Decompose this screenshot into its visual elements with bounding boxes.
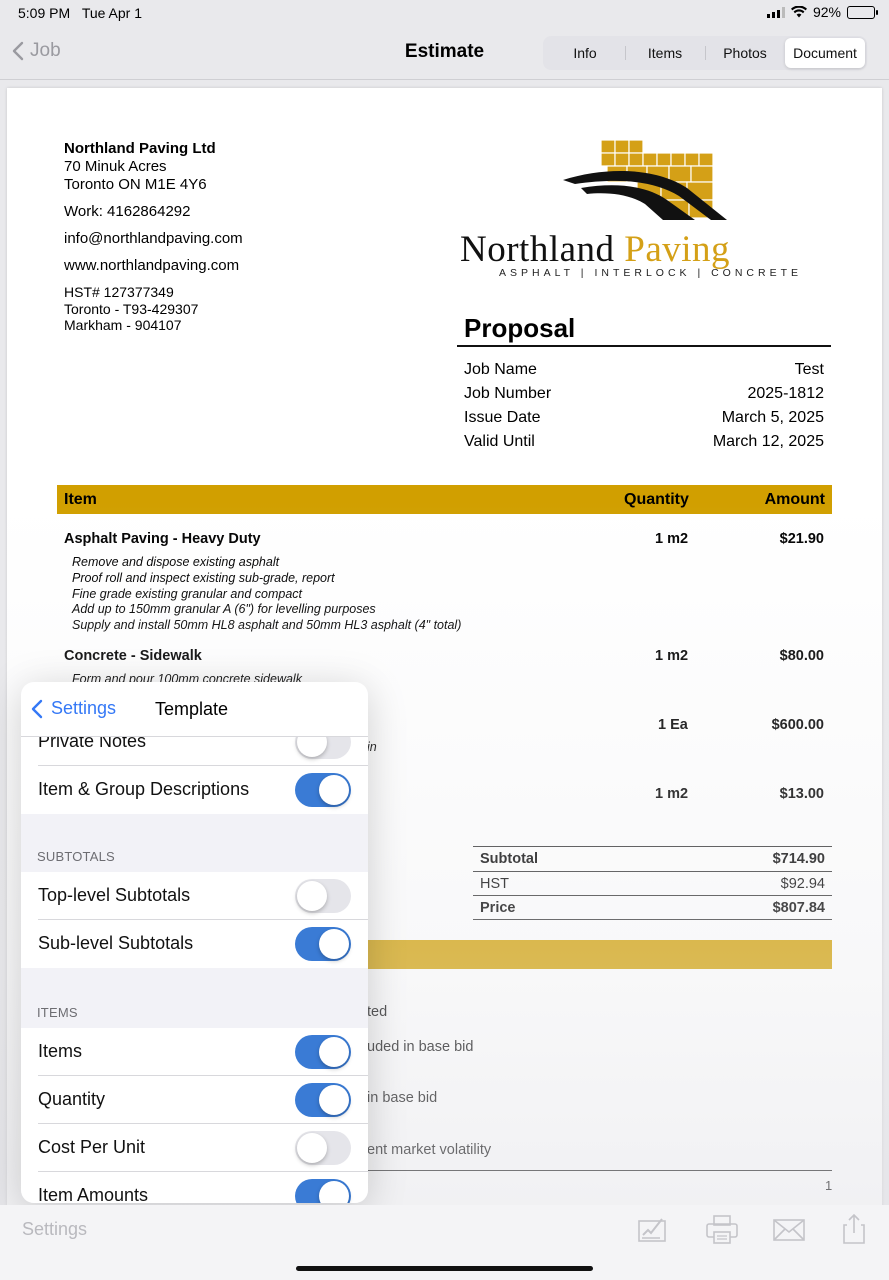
row-label: Item & Group Descriptions — [38, 779, 250, 799]
tab-items[interactable]: Items — [625, 38, 705, 68]
tab-info[interactable]: Info — [545, 38, 625, 68]
row-label: Items — [38, 1041, 83, 1061]
header-item: Item — [64, 491, 97, 508]
item-amount: $80.00 — [779, 648, 824, 664]
row-cost-per-unit: Cost Per Unit — [21, 1124, 368, 1172]
print-icon[interactable] — [704, 1213, 740, 1245]
navigation-bar: Job Estimate Info Items Photos Document — [0, 26, 889, 80]
top-level-subtotals-toggle[interactable] — [295, 879, 351, 913]
mail-icon[interactable] — [771, 1213, 807, 1245]
sub-level-subtotals-toggle[interactable] — [295, 927, 351, 961]
status-right: 92% — [766, 4, 878, 20]
view-segmented-control: Info Items Photos Document — [543, 36, 867, 70]
signature-icon[interactable] — [636, 1213, 672, 1245]
row-label: Top-level Subtotals — [38, 885, 191, 905]
battery-icon — [847, 5, 878, 19]
row-label: Item Amounts — [38, 1185, 149, 1203]
company-name: Northland Paving Ltd — [64, 140, 216, 157]
company-info: Northland Paving Ltd 70 Minuk Acres Toro… — [64, 140, 243, 334]
item-quantity: 1 m2 — [655, 648, 689, 664]
meta-valid-until: Valid Until March 12, 2025 — [464, 433, 824, 450]
item-title: Asphalt Paving - Heavy Duty — [64, 531, 261, 547]
chevron-left-icon — [31, 699, 43, 718]
row-label: Cost Per Unit — [38, 1137, 146, 1157]
item-amount: $600.00 — [771, 717, 824, 733]
item-title: Concrete - Sidewalk — [64, 648, 202, 664]
status-bar: 5:09 PM Tue Apr 1 92% — [0, 0, 889, 26]
proposal-title: Proposal — [464, 313, 576, 343]
item-amount: $21.90 — [779, 531, 824, 547]
row-item-amounts: Item Amounts — [21, 1172, 368, 1203]
item-amounts-toggle[interactable] — [295, 1179, 351, 1203]
item-quantity: 1 m2 — [655, 786, 689, 802]
item-description: Remove and dispose existing asphalt Proo… — [72, 555, 462, 633]
company-work-phone: Work: 4162864292 — [64, 203, 191, 220]
settings-button[interactable]: Settings — [22, 1219, 87, 1240]
terms-line: uded in base bid — [367, 1039, 474, 1055]
header-amount: Amount — [764, 491, 825, 508]
subtotal-row: Subtotal $714.90 — [473, 846, 832, 871]
proposal-meta: Job Name Test Job Number 2025-1812 Issue D… — [464, 358, 824, 454]
company-toronto-license: Toronto - T93-429307 — [64, 300, 199, 317]
section-header-items: ITEMS — [37, 1005, 78, 1020]
row-top-level-subtotals: Top-level Subtotals — [21, 872, 368, 920]
template-settings-list[interactable]: Private Notes Item & Group Descriptions … — [21, 682, 368, 1203]
signal-icon — [766, 6, 785, 18]
company-hst: HST# 127377349 — [64, 284, 174, 300]
row-quantity: Quantity — [21, 1076, 368, 1124]
wifi-icon — [790, 6, 807, 18]
status-time: 5:09 PM Tue Apr 1 — [18, 5, 142, 21]
settings-back-label: Settings — [51, 698, 117, 718]
line-item: Asphalt Paving - Heavy Duty 1 m2 $21.90 … — [64, 531, 824, 634]
proposal-divider — [457, 345, 831, 347]
logo-tagline: ASPHALT | INTERLOCK | CONCRETE — [499, 267, 803, 279]
meta-job-number: Job Number 2025-1812 — [464, 385, 824, 402]
item-amount: $13.00 — [779, 786, 824, 802]
company-email: info@northlandpaving.com — [64, 230, 243, 247]
totals-table: Subtotal $714.90 HST $92.94 Price $807.84 — [473, 846, 832, 920]
terms-line: ent market volatility — [367, 1142, 492, 1158]
company-website: www.northlandpaving.com — [64, 257, 240, 274]
company-address-1: 70 Minuk Acres — [64, 158, 167, 175]
battery-percent: 92% — [812, 4, 841, 20]
header-quantity: Quantity — [624, 491, 689, 508]
share-icon[interactable] — [836, 1213, 872, 1245]
terms-line: ted — [367, 1004, 388, 1020]
meta-issue-date: Issue Date March 5, 2025 — [464, 409, 824, 426]
price-row: Price $807.84 — [473, 895, 832, 920]
back-button[interactable]: Job — [12, 40, 61, 62]
row-label: Sub-level Subtotals — [38, 933, 194, 953]
company-markham-license: Markham - 904107 — [64, 317, 182, 333]
items-table-header: Item Quantity Amount — [57, 485, 832, 514]
item-quantity: 1 m2 — [655, 531, 689, 547]
row-label: Quantity — [38, 1089, 106, 1109]
logo-wordmark: Northland Paving — [460, 229, 731, 270]
terms-line: in base bid — [367, 1090, 438, 1106]
row-sub-level-subtotals: Sub-level Subtotals — [21, 920, 368, 968]
page-number: 1 — [825, 1178, 833, 1193]
template-settings-popover: Private Notes Item & Group Descriptions … — [21, 682, 368, 1203]
row-item-group-descriptions: Item & Group Descriptions — [21, 766, 368, 814]
item-quantity: 1 Ea — [658, 717, 688, 733]
cost-per-unit-toggle[interactable] — [295, 1131, 351, 1165]
section-header-subtotals: SUBTOTALS — [37, 849, 115, 864]
tab-photos[interactable]: Photos — [705, 38, 785, 68]
home-indicator — [296, 1266, 593, 1271]
chevron-left-icon — [12, 41, 24, 61]
popover-title: Template — [155, 699, 229, 719]
company-address-2: Toronto ON M1E 4Y6 — [64, 176, 207, 193]
items-toggle[interactable] — [295, 1035, 351, 1069]
tab-document[interactable]: Document — [785, 38, 865, 68]
meta-job-name: Job Name Test — [464, 361, 824, 378]
quantity-toggle[interactable] — [295, 1083, 351, 1117]
back-label: Job — [30, 40, 61, 61]
row-items: Items — [21, 1028, 368, 1076]
hst-row: HST $92.94 — [473, 870, 832, 896]
item-group-descriptions-toggle[interactable] — [295, 773, 351, 807]
settings-back-button[interactable]: Settings — [31, 698, 116, 719]
item-description-fragment: in — [367, 740, 377, 754]
popover-header: Settings Template — [21, 682, 368, 737]
